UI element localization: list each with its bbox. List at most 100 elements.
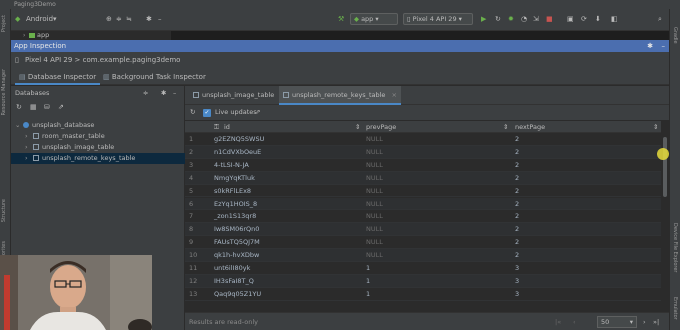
table-row[interactable]: 2 n1CdVXbOeuE NULL 2 xyxy=(185,145,661,159)
run-icon[interactable]: ▶ xyxy=(481,15,486,23)
export-icon[interactable]: ⇗ xyxy=(58,103,64,111)
column-header-id[interactable]: id xyxy=(224,121,230,133)
database-node[interactable]: ⌄ unsplash_database xyxy=(11,120,185,131)
close-icon[interactable]: × xyxy=(392,91,397,99)
expand-icon[interactable]: ≒ xyxy=(126,15,132,23)
gradle-tool-tab[interactable]: Gradle xyxy=(672,27,678,44)
debug-icon[interactable]: ✹ xyxy=(508,15,514,23)
scrollbar-thumb[interactable] xyxy=(663,137,667,197)
tab-unsplash-remote-keys-table[interactable]: unsplash_remote_keys_table × xyxy=(279,86,401,105)
query-icon[interactable]: ▦ xyxy=(30,103,37,111)
cell-prevpage[interactable]: NULL xyxy=(366,249,383,262)
cell-id[interactable]: n1CdVXbOeuE xyxy=(214,146,261,159)
project-view-selector[interactable]: Android xyxy=(26,15,53,23)
page-size-select[interactable]: 50 ▾ xyxy=(597,316,637,328)
minimize-icon[interactable]: – xyxy=(158,15,162,23)
cell-nextpage[interactable]: 2 xyxy=(515,159,519,172)
globe-icon[interactable]: ⊕ xyxy=(106,15,112,23)
cell-prevpage[interactable]: NULL xyxy=(366,146,383,159)
table-row[interactable]: 13 Qaq9q05Z1YU 1 3 xyxy=(185,288,661,301)
resource-manager-tool-tab[interactable]: Resource Manager xyxy=(1,69,7,115)
gear-icon[interactable]: ✱ xyxy=(161,86,166,100)
sort-icon[interactable]: ⇕ xyxy=(503,121,508,133)
column-header-prevpage[interactable]: prevPage xyxy=(366,121,396,133)
stop-icon[interactable]: ■ xyxy=(546,15,553,23)
cell-id[interactable]: FAUsTQ5QJ7M xyxy=(214,236,260,249)
cell-id[interactable]: Qaq9q05Z1YU xyxy=(214,288,261,301)
cell-id[interactable]: unt6ilI80yk xyxy=(214,262,250,275)
cell-nextpage[interactable]: 2 xyxy=(515,133,519,146)
project-tool-tab[interactable]: Project xyxy=(1,15,7,32)
reload-icon[interactable]: ↻ xyxy=(495,15,501,23)
cell-id[interactable]: s0kRFlLEx8 xyxy=(214,185,251,198)
emulator-tool-tab[interactable]: Emulator xyxy=(672,297,678,320)
device-select[interactable]: ▯ Pixel 4 API 29 ▾ xyxy=(403,13,473,25)
cell-nextpage[interactable]: 3 xyxy=(515,262,519,275)
sort-icon[interactable]: ⇕ xyxy=(653,121,658,133)
cell-prevpage[interactable]: 1 xyxy=(366,288,370,301)
cell-prevpage[interactable]: NULL xyxy=(366,236,383,249)
table-row[interactable]: 7 _zon1S13qr8 NULL 2 xyxy=(185,210,661,224)
cell-id[interactable]: 4-tLSI-N-JA xyxy=(214,159,249,172)
sync-icon[interactable]: ⟳ xyxy=(581,15,587,23)
cell-nextpage[interactable]: 2 xyxy=(515,185,519,198)
device-file-explorer-tool-tab[interactable]: Device File Explorer xyxy=(672,223,678,272)
cell-prevpage[interactable]: NULL xyxy=(366,172,383,185)
cell-prevpage[interactable]: NULL xyxy=(366,198,383,211)
refresh-icon[interactable]: ↻ xyxy=(190,105,195,120)
cell-nextpage[interactable]: 2 xyxy=(515,198,519,211)
cell-prevpage[interactable]: NULL xyxy=(366,185,383,198)
cell-id[interactable]: Iw8SM06rQn0 xyxy=(214,223,259,236)
cell-id[interactable]: NmgYqKTluk xyxy=(214,172,255,185)
table-row[interactable]: 5 s0kRFlLEx8 NULL 2 xyxy=(185,185,661,198)
table-node[interactable]: › room_master_table xyxy=(11,131,185,142)
table-row[interactable]: 4 NmgYqKTluk NULL 2 xyxy=(185,171,661,185)
cell-prevpage[interactable]: 1 xyxy=(366,275,370,288)
cell-id[interactable]: EzYq1HOIS_8 xyxy=(214,198,257,211)
export-icon[interactable]: ⇗ xyxy=(255,105,260,120)
chevron-down-icon[interactable]: ▾ xyxy=(53,15,57,23)
minimize-icon[interactable]: – xyxy=(662,40,666,52)
live-updates-checkbox[interactable]: ✓ xyxy=(203,109,211,117)
sdk-manager-icon[interactable]: ⬇ xyxy=(595,15,601,23)
table-row[interactable]: 8 Iw8SM06rQn0 NULL 2 xyxy=(185,223,661,237)
profile-icon[interactable]: ◔ xyxy=(521,15,527,23)
table-node[interactable]: › unsplash_image_table xyxy=(11,142,185,153)
collapse-icon[interactable]: ≑ xyxy=(116,15,122,23)
project-tree-row[interactable]: › app xyxy=(11,31,171,40)
column-header-nextpage[interactable]: nextPage xyxy=(515,121,545,133)
previous-page-icon[interactable]: ‹ xyxy=(573,313,576,330)
tab-database-inspector[interactable]: ▤ Database Inspector xyxy=(15,69,101,85)
cell-prevpage[interactable]: NULL xyxy=(366,223,383,236)
table-row[interactable]: 3 4-tLSI-N-JA NULL 2 xyxy=(185,159,661,172)
sort-icon[interactable]: ⇕ xyxy=(355,121,360,133)
tab-unsplash-image-table[interactable]: unsplash_image_table × xyxy=(189,86,290,105)
keep-database-icon[interactable]: ⛁ xyxy=(44,103,50,111)
cell-nextpage[interactable]: 3 xyxy=(515,288,519,301)
cell-nextpage[interactable]: 3 xyxy=(515,275,519,288)
cell-id[interactable]: qk1h-hvXDbw xyxy=(214,249,259,262)
cell-nextpage[interactable]: 2 xyxy=(515,223,519,236)
cell-nextpage[interactable]: 2 xyxy=(515,146,519,159)
cell-prevpage[interactable]: NULL xyxy=(366,159,383,172)
attach-icon[interactable]: ⇲ xyxy=(533,15,539,23)
cell-id[interactable]: _zon1S13qr8 xyxy=(214,210,256,223)
run-config-select[interactable]: ◆ app ▾ xyxy=(350,13,398,25)
process-selector[interactable]: Pixel 4 API 29 > com.example.paging3demo xyxy=(25,52,180,69)
table-row[interactable]: 11 unt6ilI80yk 1 3 xyxy=(185,262,661,275)
gear-icon[interactable]: ✱ xyxy=(647,40,653,52)
structure-tool-tab[interactable]: Structure xyxy=(1,199,7,222)
table-row[interactable]: 10 qk1h-hvXDbw NULL 2 xyxy=(185,249,661,262)
cell-nextpage[interactable]: 2 xyxy=(515,210,519,223)
next-page-icon[interactable]: › xyxy=(643,313,646,330)
refresh-icon[interactable]: ↻ xyxy=(16,103,22,111)
table-row[interactable]: 9 FAUsTQ5QJ7M NULL 2 xyxy=(185,236,661,250)
cell-id[interactable]: IH3sFaI8T_Q xyxy=(214,275,254,288)
last-page-icon[interactable]: »| xyxy=(653,313,659,330)
first-page-icon[interactable]: |« xyxy=(555,313,561,330)
cell-nextpage[interactable]: 2 xyxy=(515,236,519,249)
gear-icon[interactable]: ✱ xyxy=(146,15,152,23)
layout-inspector-icon[interactable]: ◧ xyxy=(611,15,618,23)
minimize-icon[interactable]: – xyxy=(173,86,176,100)
table-row[interactable]: 6 EzYq1HOIS_8 NULL 2 xyxy=(185,197,661,211)
